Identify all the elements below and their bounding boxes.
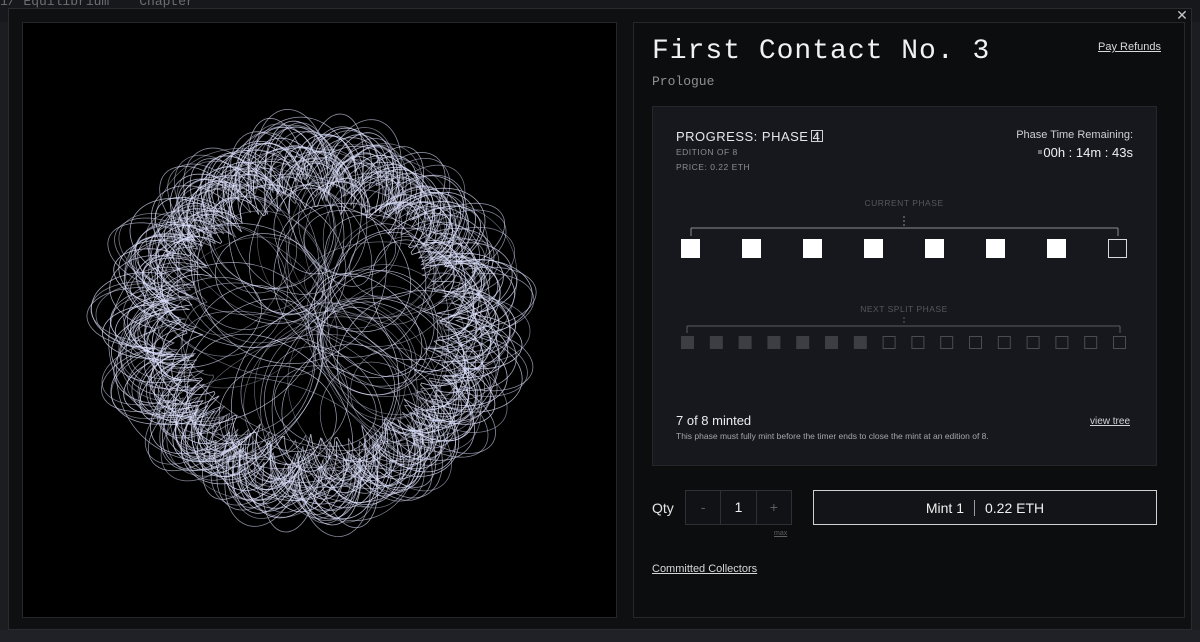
current-phase-slot-empty xyxy=(1108,239,1127,258)
next-phase-slot-empty xyxy=(911,336,925,349)
current-phase-slot-filled xyxy=(742,239,761,258)
next-phase-slot-filled xyxy=(767,336,781,349)
current-phase-slot-filled xyxy=(681,239,700,258)
next-phase-slot-filled xyxy=(709,336,723,349)
max-quantity-link[interactable]: max xyxy=(774,530,787,537)
next-phase-slot-empty xyxy=(1113,336,1126,349)
pay-refunds-link[interactable]: Pay Refunds xyxy=(1098,41,1161,53)
next-phase-slot-filled xyxy=(853,336,867,349)
artwork-panel xyxy=(22,22,617,618)
current-phase-slot-filled xyxy=(864,239,883,258)
committed-collectors-link[interactable]: Committed Collectors xyxy=(652,563,757,575)
decrement-button[interactable]: - xyxy=(686,491,722,524)
artwork-curve xyxy=(152,135,477,512)
artwork-strokes xyxy=(86,108,537,538)
minted-count: 7 of 8 minted xyxy=(676,413,752,428)
artwork-subtitle: Prologue xyxy=(652,74,715,89)
mint-button-label: Mint 1 xyxy=(925,499,964,516)
phase-slots-diagram xyxy=(681,216,1127,349)
artwork-image xyxy=(86,108,537,538)
increment-button[interactable]: + xyxy=(755,491,791,524)
quantity-value[interactable]: 1 xyxy=(721,491,755,524)
next-phase-slot-empty xyxy=(1084,336,1098,349)
backdrop-footer xyxy=(0,630,1200,642)
next-phase-slot-empty xyxy=(1055,336,1069,349)
quantity-stepper: - 1 + xyxy=(685,490,792,525)
next-phase-slot-filled xyxy=(796,336,810,349)
minted-note: This phase must fully mint before the ti… xyxy=(676,431,989,441)
mint-button[interactable]: Mint 1 0.22 ETH xyxy=(813,490,1157,525)
mint-button-price: 0.22 ETH xyxy=(984,499,1045,516)
next-phase-slot-empty xyxy=(1026,336,1040,349)
artwork-title: First Contact No. 3 xyxy=(652,36,991,67)
next-phase-slot-empty xyxy=(882,336,896,349)
view-tree-link[interactable]: view tree xyxy=(1090,416,1130,427)
current-phase-slot-filled xyxy=(1047,239,1066,258)
current-phase-slot-filled xyxy=(986,239,1005,258)
next-phase-slot-empty xyxy=(969,336,982,349)
next-phase-slot-empty xyxy=(997,336,1011,349)
qty-label: Qty xyxy=(652,500,674,516)
next-phase-slot-filled xyxy=(681,336,694,349)
next-phase-slot-filled xyxy=(825,336,838,349)
next-phase-slot-filled xyxy=(738,336,752,349)
current-phase-slot-filled xyxy=(925,239,944,258)
mint-button-divider xyxy=(973,499,975,516)
current-phase-slot-filled xyxy=(803,239,822,258)
next-phase-slot-empty xyxy=(940,336,954,349)
